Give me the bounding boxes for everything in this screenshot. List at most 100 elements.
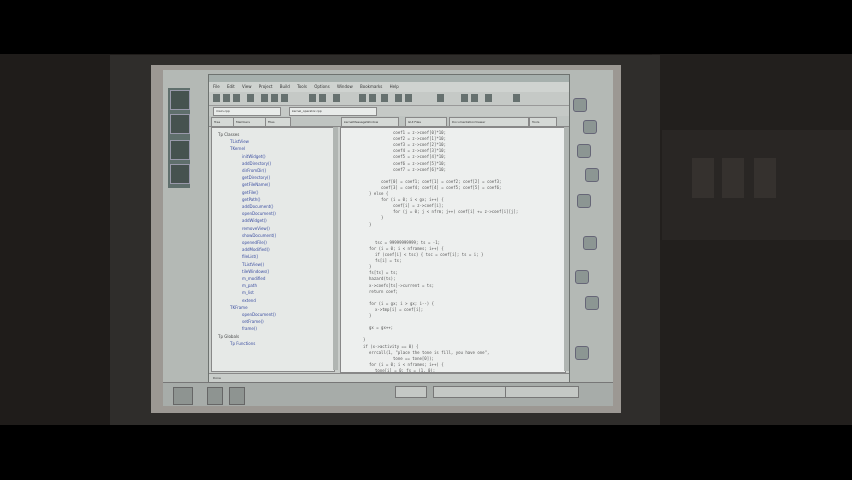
tree-item[interactable]: m_path (242, 283, 257, 289)
redo-icon[interactable] (319, 94, 326, 102)
undo-icon[interactable] (309, 94, 316, 102)
desktop-icon[interactable] (577, 144, 591, 158)
tool-icon[interactable] (461, 94, 468, 102)
desktop-icon[interactable] (575, 270, 589, 284)
menu-edit[interactable]: Edit (227, 84, 235, 89)
method-combo[interactable]: kernel_operator.cpp (289, 107, 377, 116)
globe-icon[interactable] (170, 114, 190, 134)
combo-row: main.cpp kernel_operator.cpp (209, 106, 569, 116)
tree-item[interactable]: Tp Classes (218, 132, 239, 138)
desktop-icon[interactable] (585, 168, 599, 182)
code-line: } (369, 264, 372, 270)
class-tree[interactable]: Tp Classes TListView TKernel initWidget() ad… (211, 127, 335, 372)
tree-item[interactable]: frame() (242, 326, 257, 332)
menu-tools[interactable]: Tools (297, 84, 307, 89)
window-titlebar[interactable] (209, 75, 569, 82)
help-icon[interactable] (513, 94, 520, 102)
tree-item[interactable]: addModified() (242, 247, 270, 253)
terminal-icon[interactable] (170, 164, 190, 184)
stop-icon[interactable] (405, 94, 412, 102)
compile-icon[interactable] (359, 94, 366, 102)
desktop-icon[interactable] (575, 346, 589, 360)
tree-item[interactable]: addWidget() (242, 218, 267, 224)
menu-bookmarks[interactable]: Bookmarks (360, 84, 382, 89)
menu-window[interactable]: Window (337, 84, 353, 89)
editor-scrollbar[interactable] (564, 127, 569, 371)
tree-item[interactable]: setFrame() (242, 319, 264, 325)
menu-project[interactable]: Project (259, 84, 273, 89)
tree-item[interactable]: TKFrame (230, 305, 248, 311)
code-line: for (i = gx; i > gx; i--) { (369, 300, 435, 306)
desktop-icon[interactable] (583, 236, 597, 250)
tree-item[interactable]: extend (242, 298, 256, 304)
tree-item[interactable]: openDocument() (242, 312, 276, 318)
start-icon[interactable] (173, 387, 193, 405)
tab-gui-files[interactable]: GUI Files (405, 117, 447, 127)
run-icon[interactable] (381, 94, 388, 102)
search-icon[interactable] (333, 94, 340, 102)
taskbar-field[interactable] (433, 386, 507, 398)
tree-item[interactable]: TListView (230, 139, 249, 145)
equipment-block (722, 158, 744, 198)
tree-item[interactable]: m_list (242, 290, 254, 296)
tree-item[interactable]: tileWindows() (242, 269, 269, 275)
desktop-icon[interactable] (577, 194, 591, 208)
taskbar-field[interactable] (505, 386, 579, 398)
menu-file[interactable]: File (213, 84, 220, 89)
tree-item[interactable]: addDirectory() (242, 161, 271, 167)
class-combo[interactable]: main.cpp (213, 107, 281, 116)
ide-window: File Edit View Project Build Tools Optio… (208, 74, 570, 384)
menu-help[interactable]: Help (390, 84, 399, 89)
tree-item[interactable]: initWidget() (242, 154, 266, 160)
tool-icon[interactable] (437, 94, 444, 102)
tool-icon[interactable] (471, 94, 478, 102)
new-file-icon[interactable] (213, 94, 220, 102)
tree-item[interactable]: dirFromDir() (242, 168, 266, 174)
code-line: fs[i] = ts; (375, 258, 402, 264)
menu-view[interactable]: View (242, 84, 252, 89)
desktop-icon[interactable] (573, 98, 587, 112)
debug-icon[interactable] (395, 94, 402, 102)
tree-item[interactable]: m_modified (242, 276, 265, 282)
tree-item[interactable]: addDocument() (242, 204, 273, 210)
tree-item[interactable]: TKernel (230, 146, 245, 152)
tab-files[interactable]: Files (265, 117, 291, 127)
tools-icon[interactable] (170, 90, 190, 110)
tree-item[interactable]: openDocument() (242, 211, 276, 217)
tab-documentation-viewer[interactable]: DocumentationViewer (449, 117, 529, 127)
tree-item[interactable]: openedFile() (242, 240, 267, 246)
menu-build[interactable]: Build (280, 84, 290, 89)
tree-item[interactable]: showDocument() (242, 233, 276, 239)
tree-item[interactable]: fileList() (242, 254, 258, 260)
print-icon[interactable] (247, 94, 254, 102)
code-editor[interactable]: coef1 = z->coef[0]*10; coef2 = z->coef[1]… (340, 127, 566, 373)
tree-item[interactable]: getDirectory() (242, 175, 270, 181)
tab-members[interactable]: Members (233, 117, 267, 127)
build-icon[interactable] (369, 94, 376, 102)
save-icon[interactable] (233, 94, 240, 102)
tab-tools[interactable]: Tools (529, 117, 557, 127)
pager-box[interactable] (395, 386, 427, 398)
tool-icon[interactable] (485, 94, 492, 102)
desktop-icon[interactable] (585, 296, 599, 310)
tab-kernel-message-window[interactable]: kernelMessageWindow (341, 117, 399, 127)
terminal-icon[interactable] (229, 387, 245, 405)
desktop-icon[interactable] (207, 387, 223, 405)
tree-item[interactable]: getFileName() (242, 182, 270, 188)
tree-item[interactable]: Tp Functions (230, 341, 255, 347)
tree-item[interactable]: removeView() (242, 226, 270, 232)
copy-icon[interactable] (271, 94, 278, 102)
tree-item[interactable]: getPath() (242, 197, 260, 203)
menu-options[interactable]: Options (314, 84, 329, 89)
paste-icon[interactable] (281, 94, 288, 102)
open-file-icon[interactable] (223, 94, 230, 102)
paint-icon[interactable] (170, 140, 190, 160)
tree-item[interactable]: Tp Globals (218, 334, 239, 340)
tree-item[interactable]: TListView() (242, 262, 264, 268)
tab-tree[interactable]: Tree (211, 117, 235, 127)
code-line: x->coefs[ts]->current = ts; (369, 282, 435, 288)
tree-scrollbar[interactable] (333, 127, 338, 370)
tree-item[interactable]: getFile() (242, 190, 258, 196)
cut-icon[interactable] (261, 94, 268, 102)
desktop-icon[interactable] (583, 120, 597, 134)
